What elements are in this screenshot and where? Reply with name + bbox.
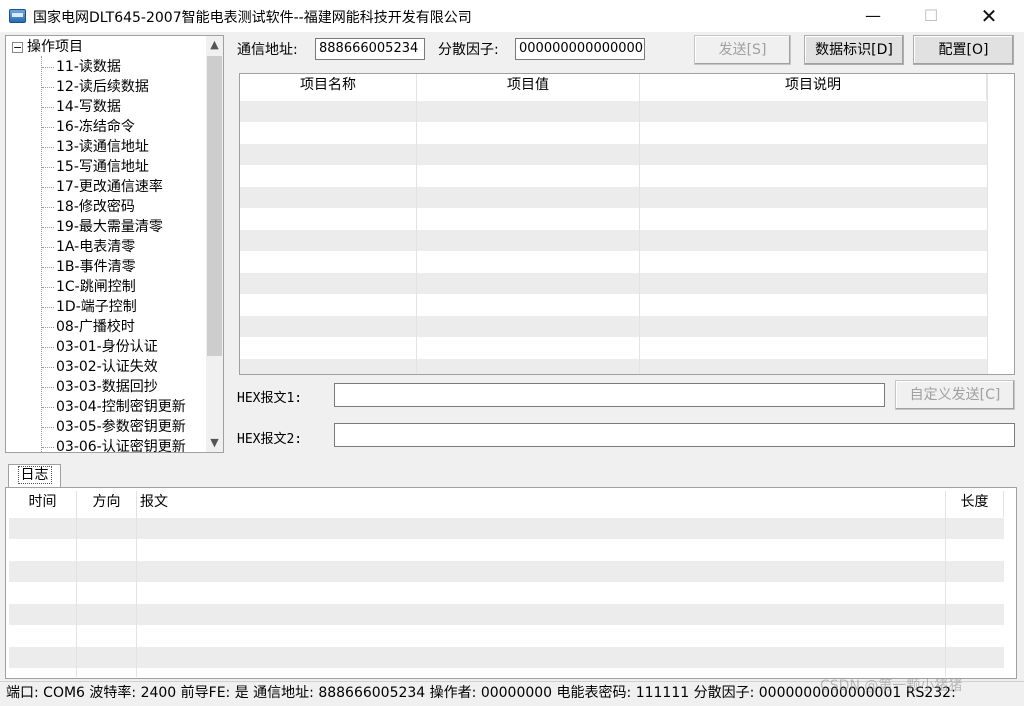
log-grid[interactable]: 时间 方向 报文 长度 (9, 491, 1004, 677)
table-row[interactable] (240, 143, 988, 165)
tree-item[interactable]: 12-读后续数据 (42, 77, 149, 97)
factor-field[interactable]: 0000000000000001 (515, 38, 645, 60)
table-row[interactable] (240, 164, 988, 186)
custom-send-button[interactable]: 自定义发送[C] (895, 380, 1015, 410)
column-header-item-value[interactable]: 项目值 (417, 74, 640, 100)
tree-item[interactable]: 1A-电表清零 (42, 237, 135, 257)
factor-label: 分散因子: (438, 42, 499, 58)
scroll-thumb[interactable] (207, 56, 222, 356)
tree-item[interactable]: 08-广播校时 (42, 317, 135, 337)
scroll-down-icon[interactable]: ▼ (206, 434, 223, 452)
table-row[interactable] (240, 336, 988, 358)
table-row[interactable] (9, 646, 1004, 668)
collapse-icon[interactable]: − (12, 41, 23, 53)
column-divider (639, 74, 640, 374)
tree-item[interactable]: 1C-跳闸控制 (42, 277, 136, 297)
tree-item[interactable]: 1D-端子控制 (42, 297, 137, 317)
table-row[interactable] (240, 293, 988, 315)
tree-item[interactable]: 13-读通信地址 (42, 137, 149, 157)
status-text: 端口: COM6 波特率: 2400 前导FE: 是 通信地址: 8886660… (6, 685, 956, 701)
table-row[interactable] (9, 603, 1004, 625)
column-divider (987, 74, 988, 374)
address-field[interactable]: 888666005234 (315, 38, 425, 60)
table-row[interactable] (9, 517, 1004, 539)
tree-item[interactable]: 1B-事件清零 (42, 257, 136, 277)
table-row[interactable] (240, 358, 988, 374)
log-panel: 时间 方向 报文 长度 (5, 487, 1017, 679)
column-header-message[interactable]: 报文 (137, 491, 946, 517)
tree-item[interactable]: 03-03-数据回抄 (42, 377, 158, 397)
column-divider (416, 74, 417, 374)
table-row[interactable] (9, 581, 1004, 603)
tree-root-label: 操作项目 (27, 39, 83, 55)
hex2-input[interactable] (334, 423, 1015, 447)
tree-root[interactable]: − 操作项目 (12, 37, 83, 57)
table-row[interactable] (240, 250, 988, 272)
tree-scrollbar[interactable]: ▲ ▼ (206, 36, 223, 452)
column-header-item-desc[interactable]: 项目说明 (640, 74, 987, 100)
operation-tree[interactable]: − 操作项目 11-读数据 12-读后续数据 14-写数据 16-冻结命令 13-读通信地… (5, 35, 224, 453)
maximize-button[interactable]: ☐ (908, 0, 954, 32)
item-grid[interactable]: 项目名称 项目值 项目说明 (239, 73, 1015, 375)
column-header-item-name[interactable]: 项目名称 (240, 74, 417, 100)
table-row[interactable] (240, 207, 988, 229)
tree-item[interactable]: 03-02-认证失效 (42, 357, 158, 377)
config-button[interactable]: 配置[O] (913, 35, 1014, 65)
column-divider (76, 491, 77, 677)
tab-log-label: 日志 (17, 466, 52, 484)
scroll-up-icon[interactable]: ▲ (206, 36, 223, 54)
tree-item[interactable]: 03-06-认证密钥更新 (42, 437, 186, 452)
column-header-time[interactable]: 时间 (9, 491, 77, 517)
watermark: CSDN @第一颗小猪猪 (820, 678, 963, 694)
hex2-label: HEX报文2: (237, 432, 303, 447)
tab-log[interactable]: 日志 (8, 464, 61, 487)
table-row[interactable] (240, 121, 988, 143)
tree-item[interactable]: 15-写通信地址 (42, 157, 149, 177)
table-row[interactable] (9, 560, 1004, 582)
title-bar: 国家电网DLT645-2007智能电表测试软件--福建网能科技开发有限公司 — … (0, 0, 1024, 32)
table-row[interactable] (9, 624, 1004, 646)
column-header-length[interactable]: 长度 (946, 491, 1004, 517)
data-id-button[interactable]: 数据标识[D] (804, 35, 904, 65)
table-row[interactable] (240, 272, 988, 294)
item-grid-rows (240, 100, 988, 374)
tree-item[interactable]: 14-写数据 (42, 97, 121, 117)
hex1-input[interactable] (334, 383, 885, 407)
window-title: 国家电网DLT645-2007智能电表测试软件--福建网能科技开发有限公司 (33, 10, 472, 26)
tree-item[interactable]: 17-更改通信速率 (42, 177, 163, 197)
close-button[interactable]: ✕ (966, 0, 1012, 32)
table-row[interactable] (240, 229, 988, 251)
minimize-button[interactable]: — (850, 0, 896, 32)
tree-item[interactable]: 03-05-参数密钥更新 (42, 417, 186, 437)
column-header-direction[interactable]: 方向 (77, 491, 137, 517)
address-label: 通信地址: (237, 42, 298, 58)
column-divider (136, 491, 137, 677)
table-row[interactable] (240, 315, 988, 337)
table-row[interactable] (9, 538, 1004, 560)
log-grid-rows (9, 517, 1004, 668)
tree-item[interactable]: 18-修改密码 (42, 197, 135, 217)
tree-item[interactable]: 19-最大需量清零 (42, 217, 163, 237)
send-button[interactable]: 发送[S] (694, 35, 791, 65)
tree-item[interactable]: 16-冻结命令 (42, 117, 135, 137)
table-row[interactable] (240, 100, 988, 122)
log-grid-header: 时间 方向 报文 长度 (9, 491, 1004, 517)
hex1-label: HEX报文1: (237, 391, 303, 406)
app-icon (9, 9, 26, 23)
table-row[interactable] (240, 186, 988, 208)
tree-item[interactable]: 11-读数据 (42, 57, 121, 77)
column-divider (945, 491, 946, 677)
tree-item[interactable]: 03-04-控制密钥更新 (42, 397, 186, 417)
item-grid-header: 项目名称 项目值 项目说明 (240, 74, 988, 100)
tree-item[interactable]: 03-01-身份认证 (42, 337, 158, 357)
